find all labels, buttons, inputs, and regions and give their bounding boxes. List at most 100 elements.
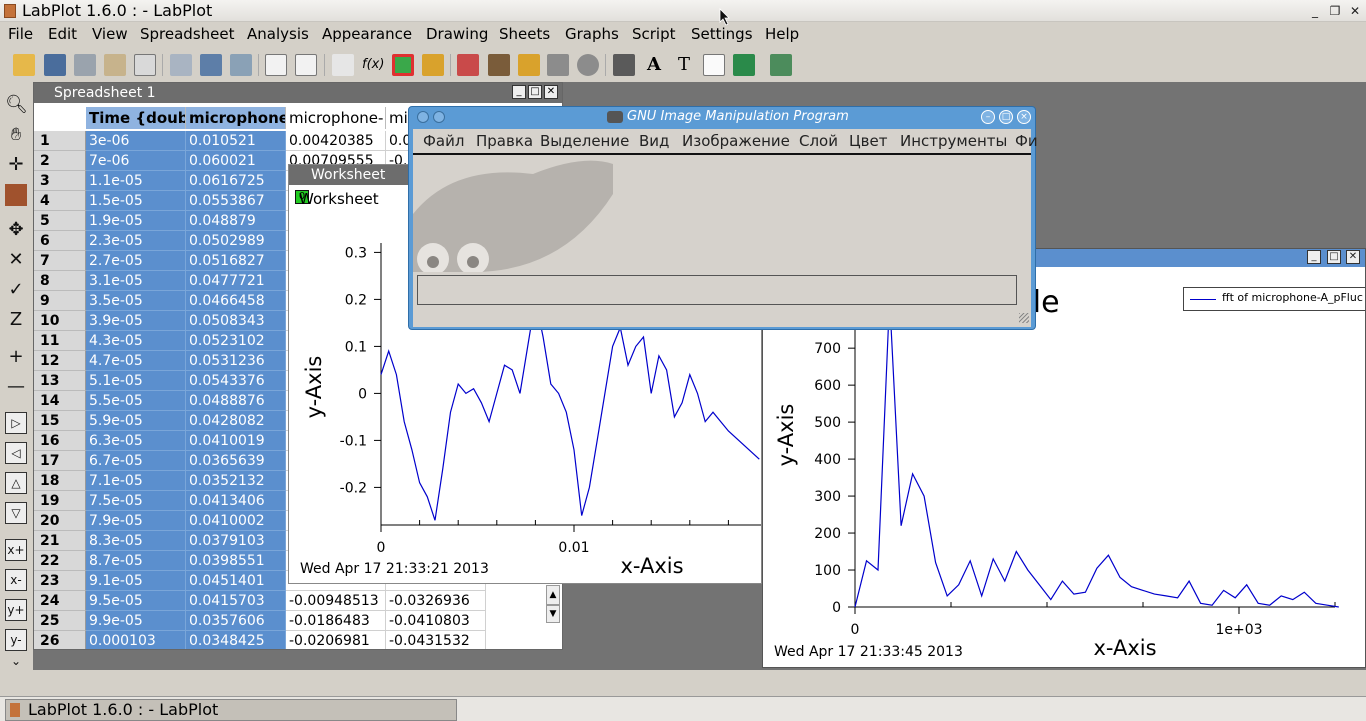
gimp-resize-grip-icon[interactable] [1019, 313, 1029, 323]
text-icon[interactable]: T [673, 54, 695, 76]
row-header[interactable]: 19 [34, 491, 86, 511]
table-cell[interactable]: -0.0410803 [386, 611, 486, 631]
table-cell[interactable]: 0.0352132 [186, 471, 286, 491]
table-cell[interactable]: 9.9e-05 [86, 611, 186, 631]
row-header[interactable]: 7 [34, 251, 86, 271]
tree-icon[interactable] [733, 54, 755, 76]
menu-spreadsheet[interactable]: Spreadsheet [140, 25, 234, 43]
spreadsheet-maximize-button[interactable]: □ [528, 85, 542, 99]
arrow-down-icon[interactable]: ▽ [5, 502, 27, 524]
stop-icon[interactable] [577, 54, 599, 76]
table-cell[interactable]: 0.000103 [86, 631, 186, 649]
notes-icon[interactable] [703, 54, 725, 76]
menu-help[interactable]: Help [765, 25, 799, 43]
table-cell[interactable]: 0.0466458 [186, 291, 286, 311]
table-cell[interactable]: 0.0428082 [186, 411, 286, 431]
image-icon[interactable] [392, 54, 414, 76]
gimp-menu-item[interactable]: Цвет [849, 132, 887, 150]
x-zoom-out-icon[interactable]: x- [5, 569, 27, 591]
save-icon[interactable] [44, 54, 66, 76]
table-cell[interactable]: -0.0186483 [286, 611, 386, 631]
row-header[interactable]: 2 [34, 151, 86, 171]
check-icon[interactable]: ✓ [5, 279, 27, 301]
table-cell[interactable]: 0.0502989 [186, 231, 286, 251]
data-table-icon[interactable] [332, 54, 354, 76]
arrow-right-icon[interactable]: ▷ [5, 412, 27, 434]
row-header[interactable]: 24 [34, 591, 86, 611]
row-header[interactable]: 14 [34, 391, 86, 411]
column-header[interactable]: Time {doub [86, 107, 186, 129]
spreadsheet-titlebar[interactable]: Spreadsheet 1 _ □ ✕ [34, 83, 562, 103]
text-bold-icon[interactable]: A [643, 54, 665, 76]
table-cell[interactable]: 7e-06 [86, 151, 186, 171]
crosshair-icon[interactable]: ✛ [5, 154, 27, 176]
table-cell[interactable]: 1.9e-05 [86, 211, 186, 231]
table-cell[interactable]: 0.060021 [186, 151, 286, 171]
y-zoom-in-icon[interactable]: y+ [5, 599, 27, 621]
row-header[interactable]: 13 [34, 371, 86, 391]
gimp-shade-icon[interactable] [433, 111, 445, 123]
menu-appearance[interactable]: Appearance [322, 25, 412, 43]
table-cell[interactable]: 9.5e-05 [86, 591, 186, 611]
table-cell[interactable]: -0.00948513 [286, 591, 386, 611]
z-icon[interactable]: Z [5, 309, 27, 331]
row-header[interactable]: 26 [34, 631, 86, 649]
table-cell[interactable]: 3.5e-05 [86, 291, 186, 311]
table-cell[interactable]: 7.5e-05 [86, 491, 186, 511]
table-cell[interactable]: 0.0398551 [186, 551, 286, 571]
table-cell[interactable]: 0.0451401 [186, 571, 286, 591]
row-header[interactable]: 5 [34, 211, 86, 231]
peak-icon[interactable] [518, 54, 540, 76]
table-cell[interactable]: 1.5e-05 [86, 191, 186, 211]
cross-x-icon[interactable]: ✕ [5, 249, 27, 271]
row-header[interactable]: 8 [34, 271, 86, 291]
minus-icon[interactable]: — [5, 376, 27, 398]
gimp-menu-item[interactable]: Слой [799, 132, 838, 150]
row-header[interactable]: 23 [34, 571, 86, 591]
table-cell[interactable]: 5.1e-05 [86, 371, 186, 391]
row-header[interactable]: 6 [34, 231, 86, 251]
menu-graphs[interactable]: Graphs [565, 25, 619, 43]
table-cell[interactable]: 3.1e-05 [86, 271, 186, 291]
table-cell[interactable]: 0.0365639 [186, 451, 286, 471]
more-chevron-icon[interactable]: ⌄ [5, 650, 27, 672]
row-header[interactable]: 9 [34, 291, 86, 311]
table-cell[interactable]: 1.1e-05 [86, 171, 186, 191]
table-cell[interactable]: 0.0477721 [186, 271, 286, 291]
minimize-button[interactable]: _ [1307, 3, 1323, 19]
arrow-up-icon[interactable]: △ [5, 472, 27, 494]
row-header[interactable]: 11 [34, 331, 86, 351]
table-cell[interactable]: 0.048879 [186, 211, 286, 231]
spreadsheet-minimize-button[interactable]: _ [512, 85, 526, 99]
table-cell[interactable]: 3.9e-05 [86, 311, 186, 331]
table-cell[interactable]: 5.5e-05 [86, 391, 186, 411]
menu-drawing[interactable]: Drawing [426, 25, 488, 43]
table-cell[interactable]: 3e-06 [86, 131, 186, 151]
spreadsheet-close-button[interactable]: ✕ [544, 85, 558, 99]
table-cell[interactable]: 0.0379103 [186, 531, 286, 551]
y-zoom-out-icon[interactable]: y- [5, 629, 27, 651]
zoom-icon[interactable]: 🔍︎ [5, 94, 28, 116]
table-cell[interactable]: 0.0543376 [186, 371, 286, 391]
menu-settings[interactable]: Settings [691, 25, 753, 43]
table-cell[interactable]: 6.3e-05 [86, 431, 186, 451]
menu-analysis[interactable]: Analysis [247, 25, 309, 43]
table-cell[interactable]: 0.0488876 [186, 391, 286, 411]
row-header[interactable]: 17 [34, 451, 86, 471]
table-cell[interactable]: 4.3e-05 [86, 331, 186, 351]
gimp-menu-item[interactable]: Выделение [540, 132, 629, 150]
table-cell[interactable]: 0.0410019 [186, 431, 286, 451]
table-cell[interactable]: 9.1e-05 [86, 571, 186, 591]
image-tool-icon[interactable] [5, 184, 27, 206]
row-header[interactable]: 4 [34, 191, 86, 211]
arrow-left-icon[interactable]: ◁ [5, 442, 27, 464]
table-cell[interactable]: 0.0357606 [186, 611, 286, 631]
row-header[interactable]: 15 [34, 411, 86, 431]
table-cell[interactable]: 0.010521 [186, 131, 286, 151]
window-titlebar[interactable]: LabPlot 1.6.0 : - LabPlot _ ❐ ✕ [0, 0, 1366, 22]
row-header[interactable]: 1 [34, 131, 86, 151]
document-icon[interactable] [134, 54, 156, 76]
table-cell[interactable]: 0.00420385 [286, 131, 386, 151]
menu-file[interactable]: File [8, 25, 33, 43]
taskbar-labplot-item[interactable]: LabPlot 1.6.0 : - LabPlot [5, 699, 457, 721]
